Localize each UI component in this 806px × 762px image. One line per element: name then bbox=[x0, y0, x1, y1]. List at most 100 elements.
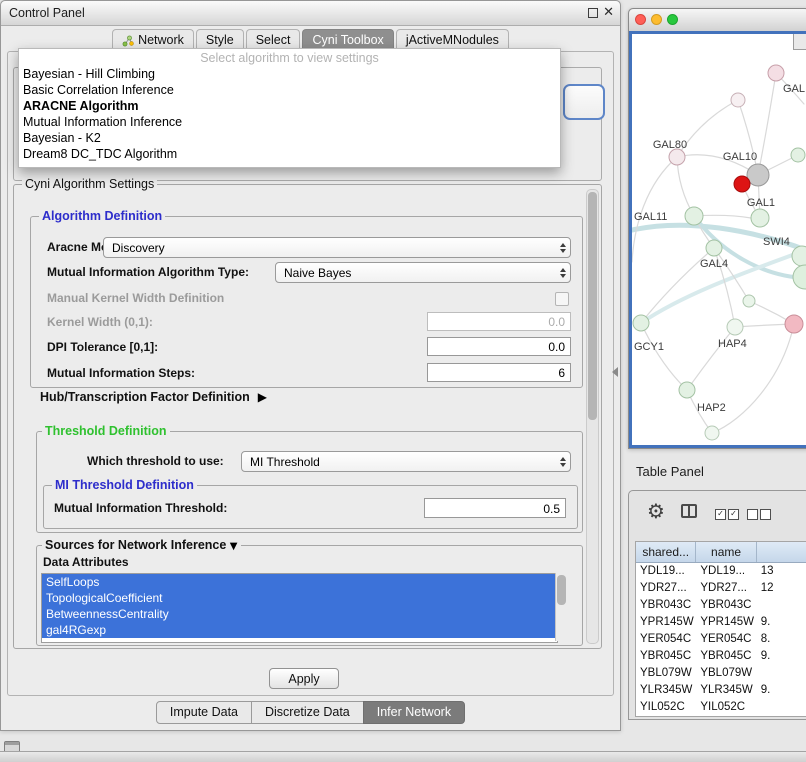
table-cell: YER054C bbox=[696, 631, 756, 648]
network-edge[interactable] bbox=[687, 327, 735, 390]
table-cell: YDL19... bbox=[636, 563, 696, 580]
table-cell: YBR043C bbox=[636, 597, 696, 614]
data-attributes-label: Data Attributes bbox=[43, 552, 129, 573]
table-cell: YDR27... bbox=[636, 580, 696, 597]
close-window-icon[interactable]: ✕ bbox=[603, 5, 614, 20]
node-table: shared...name YDL19...YDL19...13YDR27...… bbox=[635, 541, 806, 717]
network-scrollbar-corner[interactable] bbox=[793, 34, 806, 50]
table-row[interactable]: YLR345WYLR345W9. bbox=[636, 682, 806, 699]
mi-steps-field[interactable]: 6 bbox=[427, 363, 571, 382]
network-node-pink-right[interactable] bbox=[785, 315, 803, 333]
data-attributes-list[interactable]: SelfLoopsTopologicalCoefficientBetweenne… bbox=[41, 573, 558, 643]
table-row[interactable]: YPR145WYPR145W9. bbox=[636, 614, 806, 631]
network-node-red-node[interactable] bbox=[734, 176, 750, 192]
table-row[interactable]: YER054CYER054C8. bbox=[636, 631, 806, 648]
mi-steps-label: Mutual Information Steps: bbox=[47, 363, 195, 384]
settings-scrollbar[interactable] bbox=[586, 189, 599, 644]
network-node-hap2[interactable] bbox=[679, 382, 695, 398]
mi-algorithm-type-select[interactable]: Naive Bayes bbox=[275, 262, 571, 283]
threshold-definition-group: Threshold Definition Which threshold to … bbox=[36, 431, 583, 533]
hub-definition-label: Hub/Transcription Factor Definition bbox=[40, 390, 250, 404]
algorithm-dropdown-placeholder: Select algorithm to view settings bbox=[19, 50, 560, 66]
network-node-top-pink[interactable] bbox=[768, 65, 784, 81]
float-window-icon[interactable] bbox=[588, 8, 598, 18]
network-node-swi4[interactable] bbox=[792, 246, 806, 266]
network-node-top-pale[interactable] bbox=[731, 93, 745, 107]
network-node-gal11[interactable] bbox=[685, 207, 703, 225]
network-node-gcy1[interactable] bbox=[633, 315, 649, 331]
kernel-width-field[interactable]: 0.0 bbox=[427, 312, 571, 331]
table-cell: YIL052C bbox=[696, 699, 756, 716]
attribute-item-gal4rgexp[interactable]: gal4RGexp bbox=[42, 622, 557, 638]
tab-discretize-data[interactable]: Discretize Data bbox=[251, 701, 364, 724]
tab-impute-data[interactable]: Impute Data bbox=[156, 701, 252, 724]
dpi-tolerance-field[interactable]: 0.0 bbox=[427, 337, 571, 356]
table-cell: YIL052C bbox=[636, 699, 696, 716]
network-canvas-svg[interactable]: GAL80GAL10GAL11GAL1SWI4GAL4GCY1HAP4HAP2G… bbox=[632, 34, 806, 445]
table-row[interactable]: YBR043CYBR043C bbox=[636, 597, 806, 614]
network-node-mid-small[interactable] bbox=[743, 295, 755, 307]
table-panel-window: ⚙ ✓ ✓ shared...name YDL19...YDL19...13YD… bbox=[628, 490, 806, 720]
zoom-traffic-light-icon[interactable] bbox=[667, 14, 678, 25]
gear-icon[interactable]: ⚙ bbox=[647, 500, 665, 522]
table-row[interactable]: YDR27...YDR27...12 bbox=[636, 580, 806, 597]
control-panel-titlebar[interactable]: Control Panel ✕ bbox=[1, 1, 620, 26]
attribute-item-selfloops[interactable]: SelfLoops bbox=[42, 574, 557, 590]
minimize-traffic-light-icon[interactable] bbox=[651, 14, 662, 25]
algorithm-settings-button[interactable] bbox=[563, 84, 605, 120]
columns-icon[interactable] bbox=[681, 504, 697, 518]
algorithm-option-basic-correlation-inference[interactable]: Basic Correlation Inference bbox=[19, 82, 560, 98]
table-cell: YER054C bbox=[636, 631, 696, 648]
manual-kernel-width-checkbox[interactable] bbox=[555, 292, 569, 306]
algorithm-option-bayesian-k2[interactable]: Bayesian - K2 bbox=[19, 130, 560, 146]
table-cell: YDR27... bbox=[696, 580, 756, 597]
mi-threshold-field[interactable]: 0.5 bbox=[424, 498, 566, 518]
network-node-bottom-pale[interactable] bbox=[705, 426, 719, 440]
network-window-titlebar[interactable] bbox=[629, 9, 806, 32]
network-edge[interactable] bbox=[641, 323, 687, 390]
algorithm-option-mutual-information-inference[interactable]: Mutual Information Inference bbox=[19, 114, 560, 130]
apply-button[interactable]: Apply bbox=[269, 668, 339, 689]
attribute-item-betweennesscentrality[interactable]: BetweennessCentrality bbox=[42, 606, 557, 622]
sources-title-text: Sources for Network Inference bbox=[45, 538, 226, 552]
which-threshold-select[interactable]: MI Threshold bbox=[241, 451, 571, 472]
algorithm-option-dream8-dc-tdc-algorithm[interactable]: Dream8 DC_TDC Algorithm bbox=[19, 146, 560, 162]
table-row[interactable]: YIL052CYIL052C bbox=[636, 699, 806, 716]
aracne-mode-select[interactable]: Discovery bbox=[103, 237, 571, 258]
network-node-label: GAL bbox=[783, 83, 805, 95]
network-node-gal1[interactable] bbox=[751, 209, 769, 227]
hub-definition-toggle[interactable]: Hub/Transcription Factor Definition ▶ bbox=[40, 390, 267, 404]
mi-algorithm-type-value: Naive Bayes bbox=[284, 266, 351, 280]
select-all-columns-icon[interactable]: ✓ ✓ bbox=[715, 509, 739, 520]
table-row[interactable]: YBL079WYBL079W bbox=[636, 665, 806, 682]
deselect-all-columns-icon[interactable] bbox=[747, 509, 771, 520]
attributes-list-scrollbar[interactable] bbox=[555, 573, 567, 641]
network-node-label: GAL80 bbox=[653, 139, 687, 151]
table-row[interactable]: YBR045CYBR045C9. bbox=[636, 648, 806, 665]
network-edge[interactable] bbox=[632, 157, 677, 262]
column-header-shared[interactable]: shared... bbox=[636, 542, 696, 562]
algorithm-option-aracne-algorithm[interactable]: ARACNE Algorithm bbox=[19, 98, 560, 114]
network-edge[interactable] bbox=[758, 73, 776, 175]
column-header-3[interactable] bbox=[757, 542, 806, 562]
network-node-gal80[interactable] bbox=[669, 149, 685, 165]
network-node-right-green[interactable] bbox=[791, 148, 805, 162]
tab-infer-network[interactable]: Infer Network bbox=[363, 701, 465, 724]
network-edge[interactable] bbox=[738, 100, 758, 175]
network-canvas[interactable]: GAL80GAL10GAL11GAL1SWI4GAL4GCY1HAP4HAP2G… bbox=[629, 31, 806, 448]
table-cell: YPR145W bbox=[636, 614, 696, 631]
network-node-right-big[interactable] bbox=[793, 265, 806, 289]
table-row[interactable]: YDL19...YDL19...13 bbox=[636, 563, 806, 580]
algorithm-option-bayesian-hill-climbing[interactable]: Bayesian - Hill Climbing bbox=[19, 66, 560, 82]
table-cell: 9. bbox=[757, 614, 806, 631]
attribute-item-topologicalcoefficient[interactable]: TopologicalCoefficient bbox=[42, 590, 557, 606]
close-traffic-light-icon[interactable] bbox=[635, 14, 646, 25]
sources-group-title[interactable]: Sources for Network Inference ▼ bbox=[42, 538, 241, 552]
network-node-gal4[interactable] bbox=[706, 240, 722, 256]
table-cell: 8. bbox=[757, 631, 806, 648]
network-node-hap4[interactable] bbox=[727, 319, 743, 335]
column-header-name[interactable]: name bbox=[696, 542, 756, 562]
stepper-arrows-icon bbox=[554, 457, 566, 467]
splitter-handle-icon[interactable] bbox=[612, 367, 618, 377]
which-threshold-value: MI Threshold bbox=[250, 455, 320, 469]
